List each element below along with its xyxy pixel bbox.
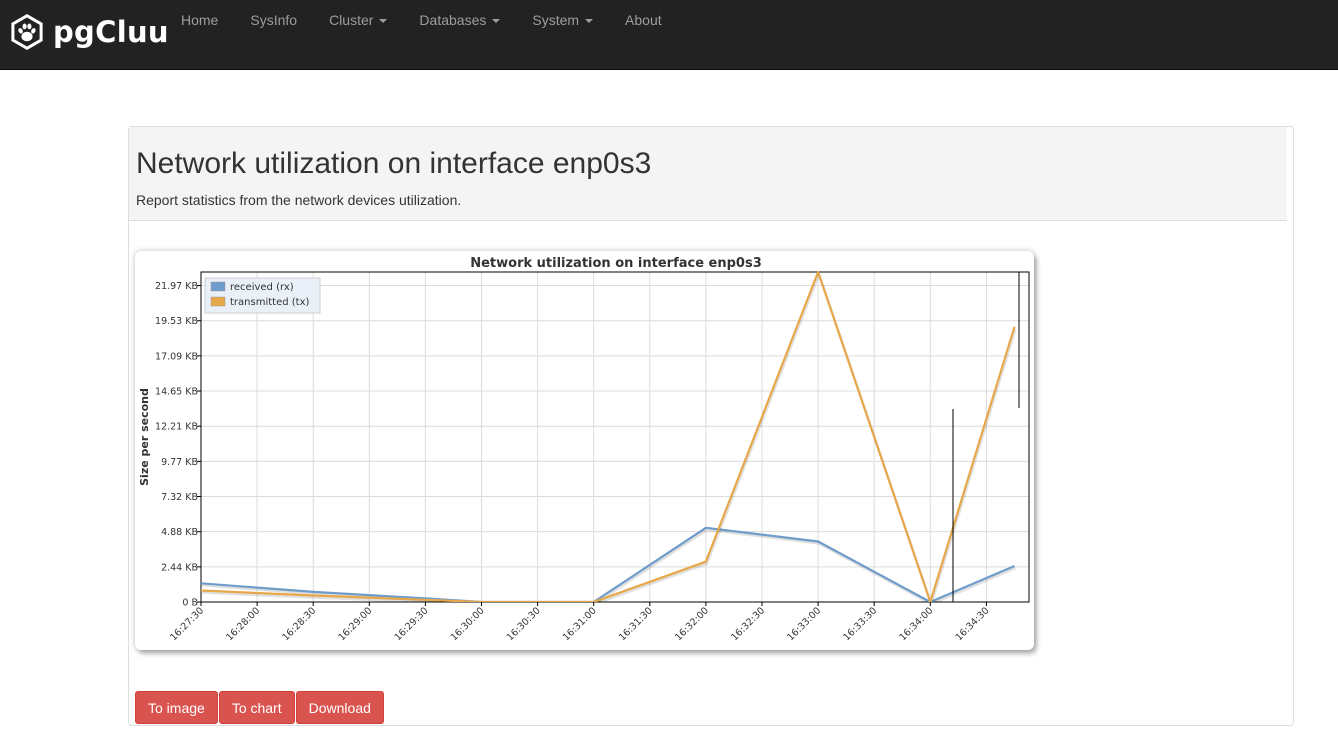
x-tick-label: 16:34:00: [897, 605, 935, 643]
series-line-transmitted: [201, 270, 1016, 602]
y-axis-label: Size per second: [138, 388, 151, 486]
plot-frame: [200, 271, 1030, 603]
y-axis: 0 B2.44 KB4.88 KB7.32 KB9.77 KB12.21 KB1…: [155, 281, 201, 609]
chart-actions: To image To chart Download: [135, 691, 385, 724]
chart-title: Network utilization on interface enp0s3: [470, 256, 762, 271]
caret-down-icon: [492, 19, 501, 24]
chart-legend: received (rx) transmitted (tx): [204, 277, 321, 314]
x-tick-label: 16:34:30: [954, 605, 992, 643]
nav-cluster-label: Cluster: [329, 12, 374, 28]
legend-label-tx: transmitted (tx): [230, 297, 309, 308]
x-tick-label: 16:33:00: [785, 605, 823, 643]
x-tick-label: 16:33:30: [841, 605, 879, 643]
y-tick-label: 17.09 KB: [155, 351, 198, 362]
nav-sysinfo-label: SysInfo: [250, 12, 298, 28]
panel-header: Network utilization on interface enp0s3 …: [129, 127, 1287, 221]
y-tick-label: 4.88 KB: [161, 527, 198, 538]
x-tick-label: 16:28:30: [280, 605, 318, 643]
nav-about-label: About: [625, 12, 662, 28]
page-description: Report statistics from the network devic…: [136, 192, 462, 208]
brand-link[interactable]: pgCluu: [8, 10, 169, 54]
nav-databases-label: Databases: [419, 12, 487, 28]
brand-name: pgCluu: [53, 15, 169, 49]
y-tick-label: 14.65 KB: [155, 387, 198, 398]
chart-container[interactable]: Network utilization on interface enp0s3 …: [135, 251, 1034, 650]
caret-down-icon: [585, 19, 594, 24]
to-chart-button[interactable]: To chart: [218, 691, 295, 724]
chart-series: [201, 270, 1017, 602]
series-line-received: [201, 526, 1015, 602]
nav-home-label: Home: [181, 12, 219, 28]
x-tick-label: 16:29:30: [393, 605, 431, 643]
nav-databases-dropdown[interactable]: Databases: [403, 0, 516, 40]
x-tick-label: 16:30:30: [505, 605, 543, 643]
x-tick-label: 16:32:30: [729, 605, 767, 643]
download-button[interactable]: Download: [295, 691, 384, 724]
caret-down-icon: [379, 19, 388, 24]
x-tick-label: 16:31:00: [561, 605, 599, 643]
x-tick-label: 16:27:30: [168, 605, 206, 643]
legend-swatch-tx: [210, 296, 226, 307]
chart-grid: [200, 272, 1029, 603]
x-tick-label: 16:32:00: [673, 605, 711, 643]
nav-system-dropdown[interactable]: System: [516, 0, 609, 40]
page-title: Network utilization on interface enp0s3: [136, 147, 652, 180]
main-nav: Home SysInfo Cluster Databases System Ab…: [165, 0, 678, 40]
nav-about[interactable]: About: [609, 0, 678, 40]
x-axis: 16:27:30 16:28:00 16:28:30 16:29:00 16:29:30…: [168, 602, 992, 643]
x-tick-label: 16:29:00: [336, 605, 374, 643]
legend-swatch-rx: [210, 281, 226, 292]
x-tick-label: 16:28:00: [224, 605, 262, 643]
nav-home[interactable]: Home: [165, 0, 234, 40]
series-shadow: [201, 270, 1017, 602]
network-utilization-chart[interactable]: Network utilization on interface enp0s3 …: [135, 251, 1034, 650]
legend-label-rx: received (rx): [230, 282, 294, 293]
nav-system-label: System: [532, 12, 580, 28]
y-tick-label: 19.53 KB: [155, 316, 198, 327]
y-tick-label: 9.77 KB: [161, 457, 198, 468]
top-navbar: pgCluu Home SysInfo Cluster Databases Sy…: [0, 0, 1338, 70]
nav-cluster-dropdown[interactable]: Cluster: [313, 0, 403, 40]
x-tick-label: 16:30:00: [449, 605, 487, 643]
to-image-button[interactable]: To image: [135, 691, 218, 724]
y-tick-label: 12.21 KB: [155, 422, 198, 433]
y-tick-label: 2.44 KB: [161, 562, 198, 573]
faded-background-overlay: [1200, 370, 1338, 670]
y-tick-label: 21.97 KB: [155, 281, 198, 292]
y-tick-label: 7.32 KB: [161, 492, 198, 503]
report-panel: Network utilization on interface enp0s3 …: [128, 126, 1294, 726]
x-tick-label: 16:31:30: [617, 605, 655, 643]
nav-sysinfo[interactable]: SysInfo: [234, 0, 313, 40]
paw-logo-icon: [11, 14, 43, 50]
